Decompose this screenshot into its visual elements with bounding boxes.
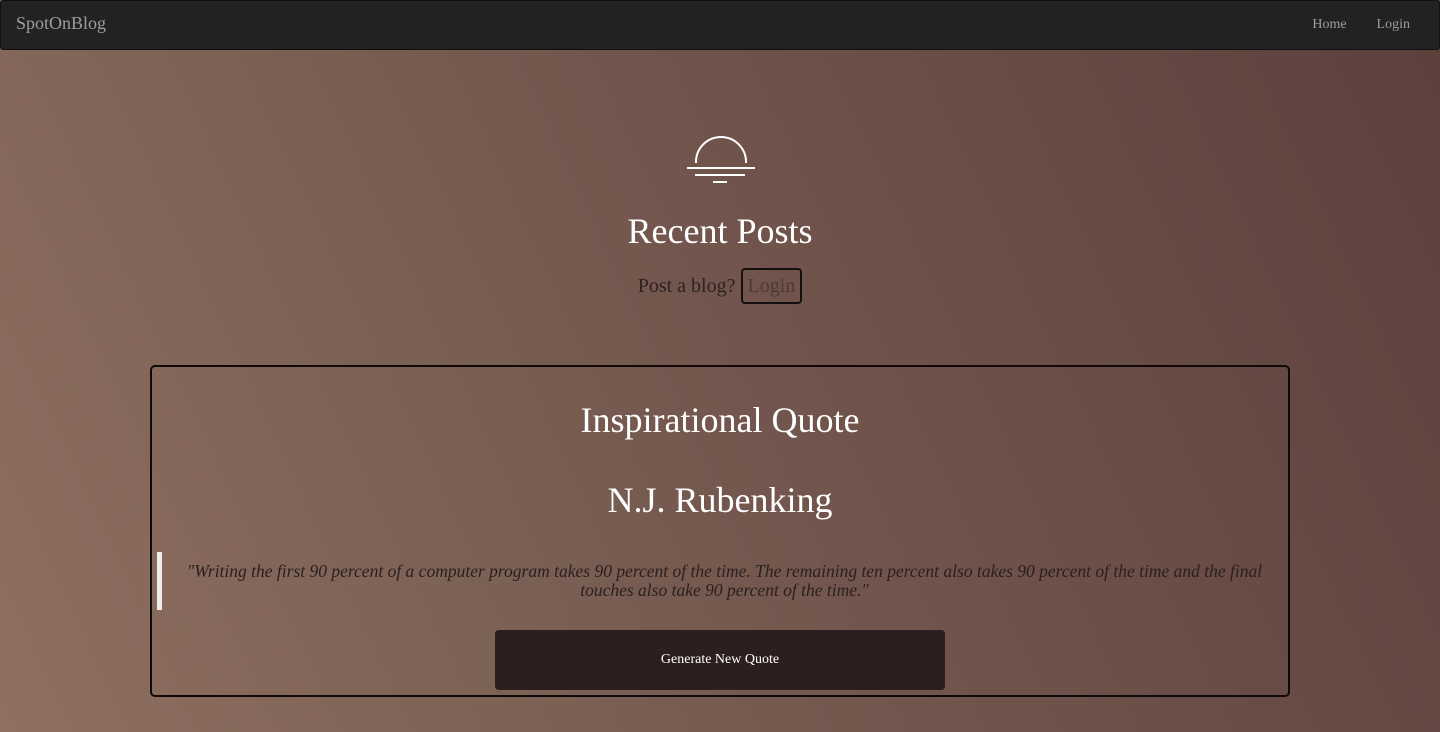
sunset-icon xyxy=(687,136,755,183)
quote-blockquote: "Writing the first 90 percent of a compu… xyxy=(157,552,1281,610)
page-title: Recent Posts xyxy=(627,211,813,251)
post-prompt-text: Post a blog? xyxy=(637,274,736,297)
quote-card: Inspirational Quote N.J. Rubenking "Writ… xyxy=(150,365,1290,697)
quote-text: "Writing the first 90 percent of a compu… xyxy=(186,561,1263,600)
nav-links: Home Login xyxy=(1297,1,1425,49)
post-prompt: Post a blog? Login xyxy=(0,268,1440,304)
nav-home-link[interactable]: Home xyxy=(1297,17,1361,33)
quote-heading: Inspirational Quote xyxy=(580,400,860,440)
top-navbar: SpotOnBlog Home Login xyxy=(0,0,1440,50)
generate-quote-button[interactable]: Generate New Quote xyxy=(495,630,945,690)
nav-login-link[interactable]: Login xyxy=(1362,17,1425,33)
quote-author: N.J. Rubenking xyxy=(607,480,833,520)
brand-link[interactable]: SpotOnBlog xyxy=(16,13,106,34)
login-button[interactable]: Login xyxy=(740,268,803,304)
